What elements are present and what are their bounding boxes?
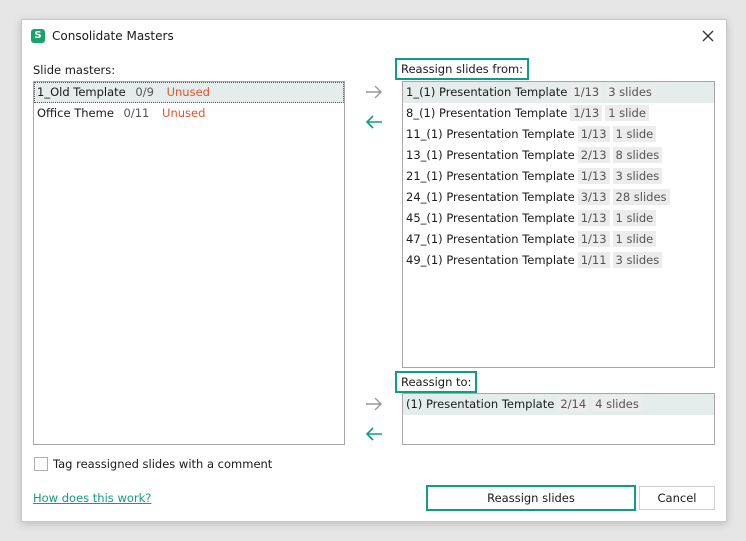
item-slides: 28 slides	[612, 189, 670, 205]
reassign-to-label: Reassign to:	[395, 371, 478, 393]
cancel-button[interactable]: Cancel	[639, 486, 715, 510]
item-count: 2/13	[577, 147, 610, 163]
list-item[interactable]: 49_(1) Presentation Template 1/11 3 slides	[403, 250, 714, 271]
item-count: 1/13	[577, 210, 610, 226]
slide-masters-list[interactable]: 1_Old Template 0/9 Unused Office Theme 0…	[33, 81, 345, 445]
close-button[interactable]	[698, 26, 718, 46]
item-name: 24_(1) Presentation Template	[406, 190, 575, 204]
tag-comment-option[interactable]: Tag reassigned slides with a comment	[34, 457, 272, 471]
list-item[interactable]: 11_(1) Presentation Template 1/13 1 slide	[403, 124, 714, 145]
unused-badge: Unused	[166, 85, 210, 99]
tag-comment-label: Tag reassigned slides with a comment	[53, 457, 273, 471]
move-back-target-button[interactable]	[364, 426, 384, 442]
reassign-slides-button[interactable]: Reassign slides	[426, 485, 636, 511]
arrow-left-icon	[365, 427, 382, 441]
item-name: 11_(1) Presentation Template	[406, 127, 575, 141]
arrow-right-icon	[366, 85, 382, 99]
master-item-name: 1_Old Template	[37, 85, 126, 99]
list-item[interactable]: 47_(1) Presentation Template 1/13 1 slide	[403, 229, 714, 250]
item-slides: 1 slide	[612, 231, 657, 247]
item-count: 1/13	[570, 84, 603, 100]
slide-masters-label: Slide masters:	[33, 63, 116, 77]
app-logo-icon: S	[31, 29, 45, 43]
tag-comment-checkbox[interactable]	[34, 457, 48, 471]
item-count: 2/14	[557, 396, 590, 412]
item-slides: 1 slide	[612, 126, 657, 142]
move-to-target-button[interactable]	[364, 396, 384, 412]
item-count: 1/13	[577, 231, 610, 247]
item-slides: 3 slides	[612, 252, 663, 268]
item-count: 1/13	[577, 126, 610, 142]
item-name: 1_(1) Presentation Template	[406, 85, 568, 99]
item-name: 13_(1) Presentation Template	[406, 148, 575, 162]
help-link[interactable]: How does this work?	[33, 491, 151, 505]
item-name: 8_(1) Presentation Template	[406, 106, 568, 120]
item-slides: 1 slide	[612, 210, 657, 226]
list-item[interactable]: 8_(1) Presentation Template 1/13 1 slide	[403, 103, 714, 124]
item-count: 1/13	[570, 105, 603, 121]
master-item-old-template[interactable]: 1_Old Template 0/9 Unused	[34, 82, 344, 103]
item-count: 1/11	[577, 252, 610, 268]
consolidate-masters-dialog: S Consolidate Masters Slide masters: 1_O…	[21, 19, 727, 522]
item-name: 47_(1) Presentation Template	[406, 232, 575, 246]
close-icon	[702, 30, 714, 42]
item-slides: 1 slide	[605, 105, 649, 121]
master-item-count: 0/11	[123, 106, 150, 120]
item-name: 21_(1) Presentation Template	[406, 169, 575, 183]
item-slides: 3 slides	[612, 168, 663, 184]
arrow-right-icon	[366, 397, 382, 411]
item-count: 1/13	[577, 168, 610, 184]
list-item[interactable]: 13_(1) Presentation Template 2/13 8 slides	[403, 145, 714, 166]
list-item[interactable]: (1) Presentation Template 2/14 4 slides	[403, 394, 714, 415]
master-item-name: Office Theme	[37, 106, 114, 120]
arrow-left-icon	[365, 115, 382, 129]
move-back-from-button[interactable]	[364, 114, 384, 130]
item-slides: 4 slides	[592, 396, 642, 412]
master-item-office-theme[interactable]: Office Theme 0/11 Unused	[34, 103, 344, 124]
title-bar: S Consolidate Masters	[22, 20, 726, 52]
item-name: 49_(1) Presentation Template	[406, 253, 575, 267]
list-item[interactable]: 21_(1) Presentation Template 1/13 3 slides	[403, 166, 714, 187]
window-title: Consolidate Masters	[52, 29, 174, 43]
item-slides: 3 slides	[605, 84, 655, 100]
item-name: (1) Presentation Template	[406, 397, 555, 411]
reassign-to-list[interactable]: (1) Presentation Template 2/14 4 slides	[402, 393, 715, 445]
reassign-from-list[interactable]: 1_(1) Presentation Template 1/13 3 slides …	[402, 81, 715, 368]
list-item[interactable]: 24_(1) Presentation Template 3/13 28 slide…	[403, 187, 714, 208]
reassign-from-label: Reassign slides from:	[395, 58, 530, 80]
item-name: 45_(1) Presentation Template	[406, 211, 575, 225]
unused-badge: Unused	[162, 106, 206, 120]
item-count: 3/13	[577, 189, 610, 205]
item-slides: 8 slides	[612, 147, 663, 163]
list-item[interactable]: 1_(1) Presentation Template 1/13 3 slides	[403, 82, 714, 103]
list-item[interactable]: 45_(1) Presentation Template 1/13 1 slide	[403, 208, 714, 229]
move-to-from-button[interactable]	[364, 84, 384, 100]
master-item-count: 0/9	[135, 85, 154, 99]
